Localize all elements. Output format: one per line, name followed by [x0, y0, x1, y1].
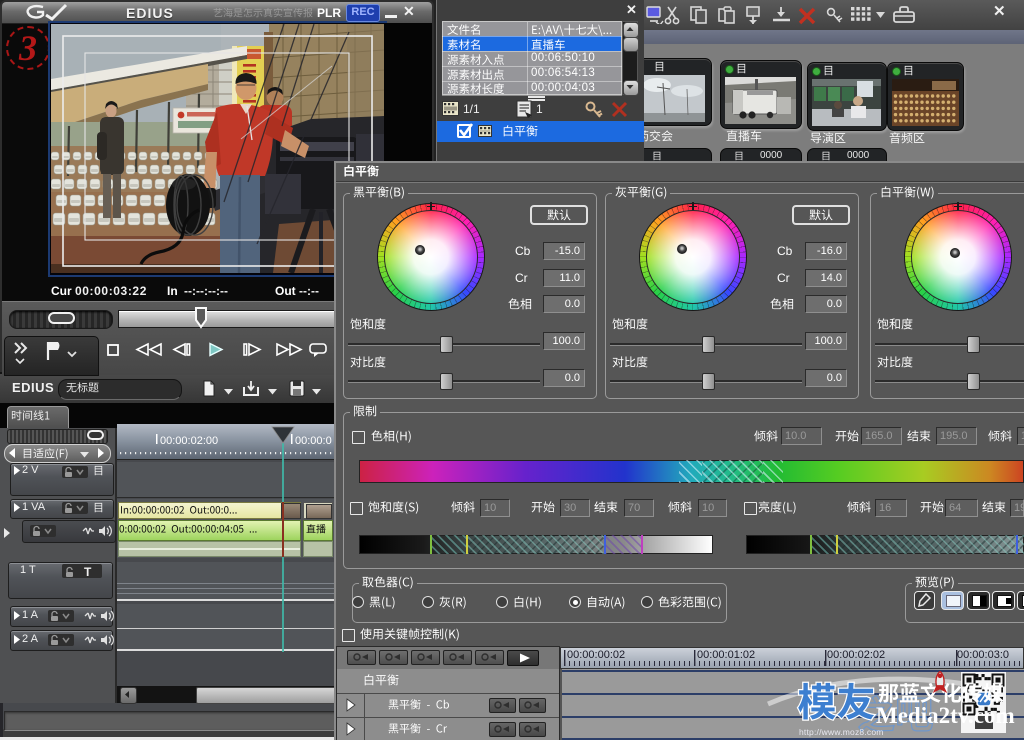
- svg-text:T: T: [84, 565, 92, 578]
